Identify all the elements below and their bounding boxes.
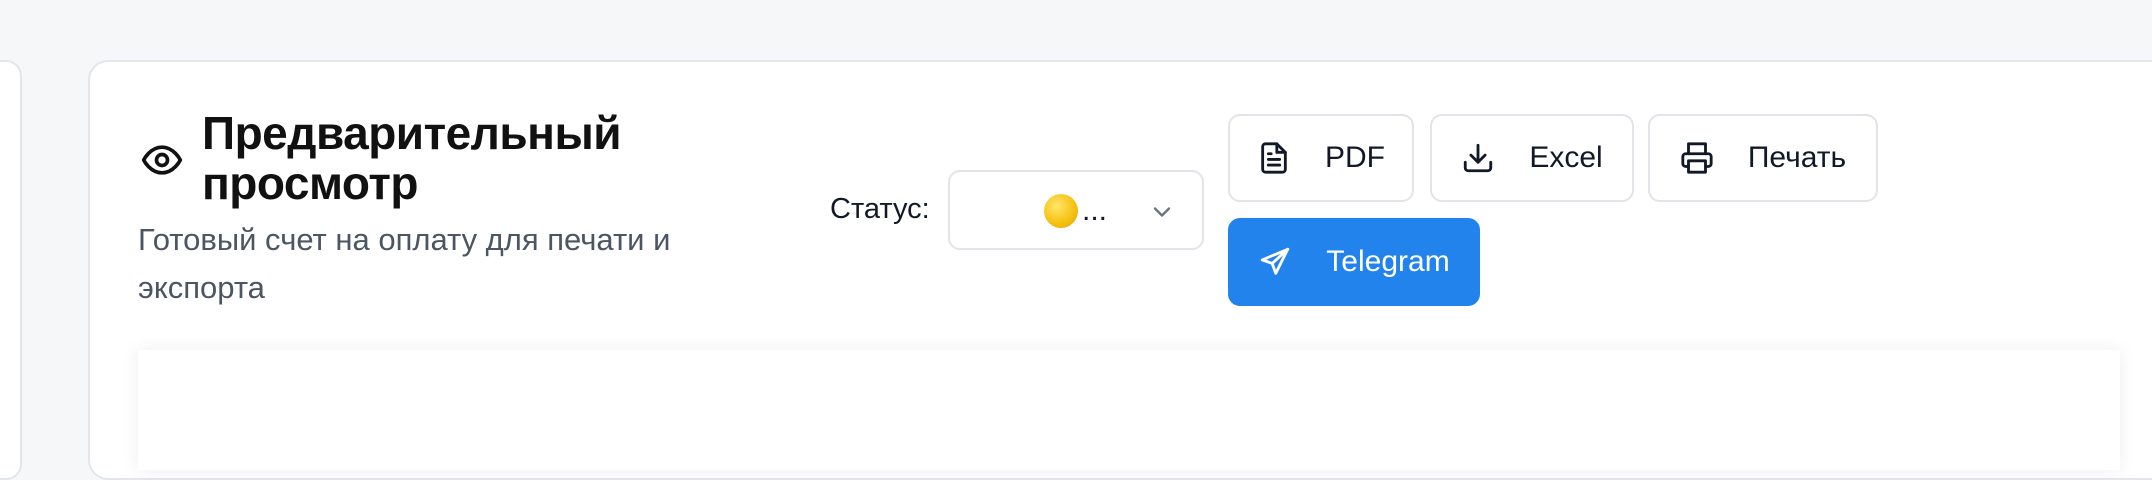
telegram-button[interactable]: Telegram: [1228, 218, 1480, 306]
print-button[interactable]: Печать: [1648, 114, 1878, 202]
pdf-button-label: PDF: [1325, 141, 1385, 174]
status-indicator-icon: [1044, 194, 1078, 228]
status-select[interactable]: ...: [948, 170, 1204, 250]
print-button-label: Печать: [1747, 141, 1847, 174]
download-icon: [1464, 143, 1493, 173]
telegram-button-label: Telegram: [1326, 245, 1450, 278]
status-value: ...: [1082, 194, 1108, 227]
invoice-preview-sheet: [138, 350, 2120, 470]
page-title: Предварительный просмотр: [202, 107, 622, 209]
excel-button-label: Excel: [1529, 141, 1603, 174]
printer-icon: [1681, 142, 1713, 174]
excel-button[interactable]: Excel: [1430, 114, 1634, 202]
eye-icon: [141, 145, 183, 175]
sidebar-panel: [0, 60, 22, 480]
send-icon: [1261, 247, 1290, 275]
page-subtitle: Готовый счет на оплату для печати и эксп…: [138, 222, 671, 305]
file-text-icon: [1261, 142, 1287, 174]
chevron-down-icon: [1153, 207, 1171, 217]
status-label: Статус:: [830, 193, 930, 225]
pdf-button[interactable]: PDF: [1228, 114, 1414, 202]
